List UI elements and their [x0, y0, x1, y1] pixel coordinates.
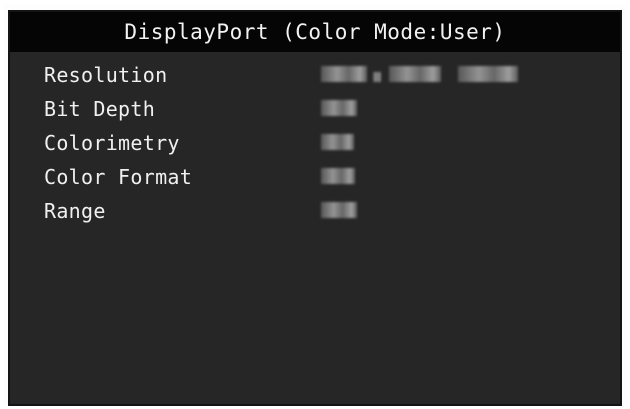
- info-row-bit-depth: Bit Depth: [44, 96, 604, 130]
- osd-panel: DisplayPort (Color Mode:User) Resolution…: [8, 10, 622, 406]
- colorimetry-label: Colorimetry: [44, 131, 180, 155]
- bit-depth-label: Bit Depth: [44, 97, 156, 121]
- resolution-label: Resolution: [44, 63, 168, 87]
- resolution-value-part1: [321, 66, 367, 82]
- bit-depth-value-blurred: [321, 100, 357, 116]
- info-list: Resolution Bit Depth Colorimetry Color F…: [44, 62, 604, 232]
- range-label: Range: [44, 199, 106, 223]
- info-row-range: Range: [44, 198, 604, 232]
- resolution-value-part2: [389, 66, 441, 82]
- color-format-value-blurred: [321, 168, 355, 184]
- osd-title: DisplayPort (Color Mode:User): [10, 12, 620, 52]
- info-row-color-format: Color Format: [44, 164, 604, 198]
- info-row-colorimetry: Colorimetry: [44, 130, 604, 164]
- colorimetry-value-blurred: [321, 134, 354, 150]
- range-value-blurred: [321, 202, 357, 218]
- resolution-value-part3: [458, 66, 518, 82]
- info-row-resolution: Resolution: [44, 62, 604, 96]
- resolution-value-separator: [373, 72, 381, 82]
- color-format-label: Color Format: [44, 165, 193, 189]
